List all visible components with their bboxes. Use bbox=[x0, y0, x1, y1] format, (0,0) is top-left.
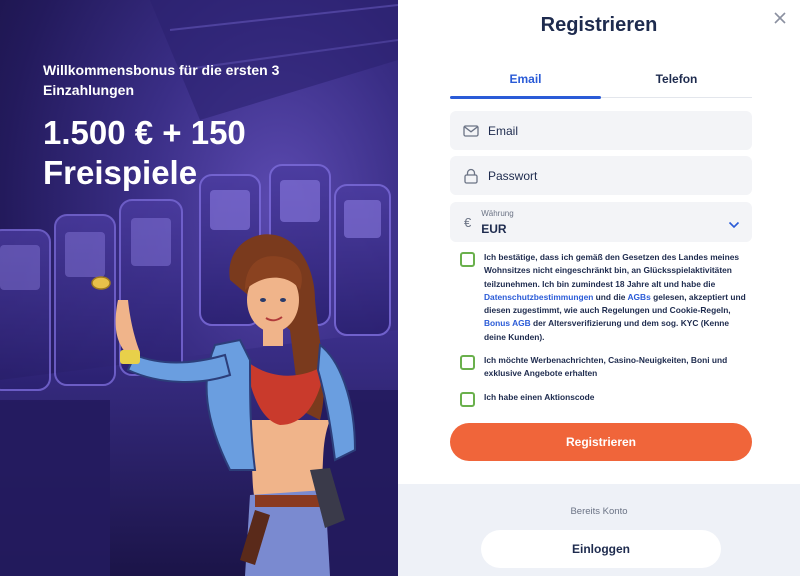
promo-panel: Willkommensbonus für die ersten 3 Einzah… bbox=[0, 0, 398, 576]
marketing-row: Ich möchte Werbenachrichten, Casino-Neui… bbox=[460, 354, 752, 381]
promo-code-label: Ich habe einen Aktionscode bbox=[484, 392, 595, 402]
promo-code-checkbox[interactable] bbox=[460, 392, 475, 407]
email-field[interactable]: Email bbox=[450, 111, 752, 150]
currency-select[interactable]: € Währung EUR bbox=[450, 202, 752, 242]
promo-subtitle: Willkommensbonus für die ersten 3 Einzah… bbox=[43, 62, 280, 98]
promo-code-row: Ich habe einen Aktionscode bbox=[460, 391, 752, 407]
consent-text-part2: und die bbox=[593, 291, 628, 302]
bonus-terms-link[interactable]: Bonus AGB bbox=[484, 318, 531, 328]
currency-value: EUR bbox=[481, 221, 507, 236]
currency-label: Währung bbox=[481, 208, 514, 218]
marketing-checkbox[interactable] bbox=[460, 355, 475, 370]
login-footer: Bereits Konto Einloggen bbox=[398, 484, 800, 576]
consent-text-part1: Ich bestätige, dass ich gemäß den Gesetz… bbox=[484, 252, 740, 289]
password-field[interactable]: Passwort bbox=[450, 156, 752, 195]
euro-icon: € bbox=[464, 214, 472, 230]
promo-headline: 1.500 € + 150 Freispiele bbox=[43, 114, 246, 191]
mail-icon bbox=[462, 122, 480, 140]
password-placeholder: Passwort bbox=[488, 168, 538, 183]
chevron-down-icon bbox=[728, 216, 740, 234]
tab-bar: Email Telefon bbox=[450, 68, 752, 99]
register-button[interactable]: Registrieren bbox=[450, 423, 752, 461]
registration-panel: Registrieren Email Telefon Email Passwor… bbox=[398, 0, 800, 576]
consent-checkbox[interactable] bbox=[460, 252, 475, 267]
lock-icon bbox=[462, 167, 480, 185]
privacy-link[interactable]: Datenschutzbestimmungen bbox=[484, 292, 593, 302]
page-title: Registrieren bbox=[540, 14, 658, 36]
consent-row: Ich bestätige, dass ich gemäß den Gesetz… bbox=[460, 251, 752, 344]
tab-email[interactable]: Email bbox=[450, 68, 601, 99]
terms-link[interactable]: AGBs bbox=[627, 292, 650, 302]
consent-text: Ich bestätige, dass ich gemäß den Gesetz… bbox=[484, 251, 752, 344]
marketing-label: Ich möchte Werbenachrichten, Casino-Neui… bbox=[484, 355, 728, 379]
login-button[interactable]: Einloggen bbox=[481, 530, 721, 568]
tab-telefon[interactable]: Telefon bbox=[601, 68, 752, 97]
email-placeholder: Email bbox=[488, 123, 519, 138]
existing-account-text: Bereits Konto bbox=[570, 506, 628, 517]
